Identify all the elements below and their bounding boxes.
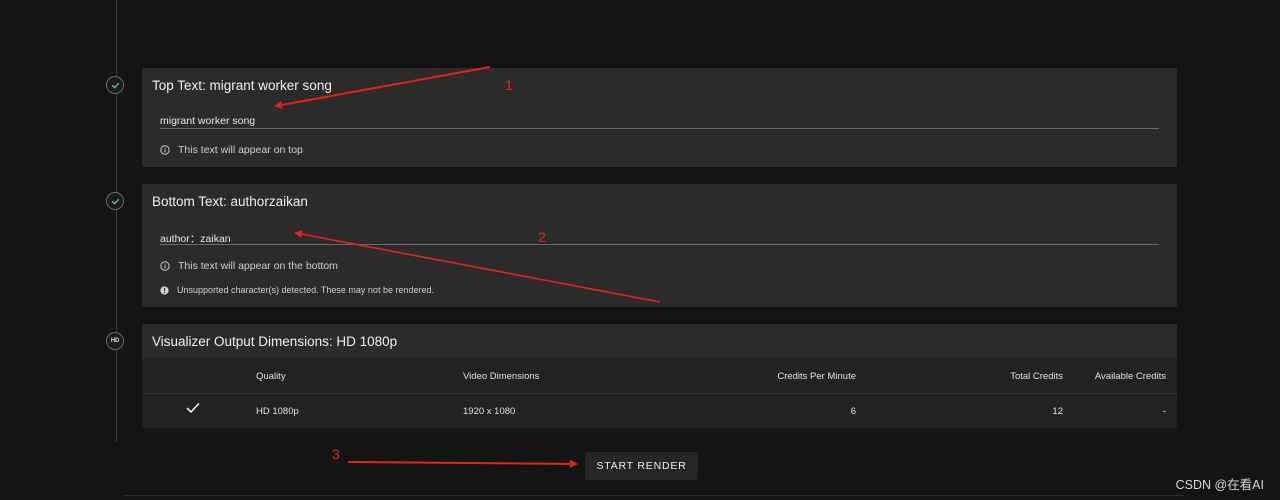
warning-icon [160, 285, 169, 295]
table-header-divider [142, 393, 1177, 394]
bottom-text-card: Bottom Text: authorzaikan author：zaikan … [142, 184, 1177, 307]
available-credits-cell: - [1162, 406, 1166, 417]
step-2-complete-icon [106, 192, 124, 210]
annotation-number-3: 3 [332, 446, 340, 462]
step-timeline [116, 0, 117, 442]
top-text-card: Top Text: migrant worker song migrant wo… [142, 68, 1177, 167]
column-header-quality: Quality [256, 371, 286, 382]
column-header-total-credits: Total Credits [1010, 371, 1063, 382]
unsupported-character-warning-text: Unsupported character(s) detected. These… [177, 285, 434, 295]
step-1-complete-icon [106, 76, 124, 94]
top-text-title: Top Text: migrant worker song [152, 78, 332, 93]
unsupported-character-warning: Unsupported character(s) detected. These… [160, 285, 434, 295]
bottom-text-hint-label: This text will appear on the bottom [178, 260, 338, 272]
info-icon [160, 261, 170, 271]
step-3-hd-icon: HD [106, 332, 124, 350]
total-credits-cell: 12 [1052, 406, 1063, 417]
selected-check-icon[interactable] [186, 402, 200, 417]
bottom-text-title: Bottom Text: authorzaikan [152, 194, 308, 209]
annotation-arrow-3 [347, 459, 578, 468]
top-text-hint: This text will appear on top [160, 144, 303, 156]
output-dimensions-card: Visualizer Output Dimensions: HD 1080p Q… [142, 324, 1177, 428]
top-text-hint-label: This text will appear on top [178, 144, 303, 156]
info-icon [160, 145, 170, 155]
quality-cell: HD 1080p [256, 406, 299, 417]
top-text-input-underline [160, 128, 1159, 129]
video-dimensions-cell: 1920 x 1080 [463, 406, 516, 417]
bottom-text-hint: This text will appear on the bottom [160, 260, 338, 272]
output-dimensions-title: Visualizer Output Dimensions: HD 1080p [152, 334, 398, 349]
dimensions-table: Quality Video Dimensions Credits Per Min… [142, 358, 1177, 428]
column-header-video-dimensions: Video Dimensions [463, 371, 540, 382]
hd-badge-label: HD [110, 338, 120, 344]
annotation-number-2: 2 [538, 229, 546, 245]
csdn-watermark: CSDN @在看AI [1175, 478, 1264, 492]
start-render-button[interactable]: START RENDER [585, 452, 698, 480]
top-text-input[interactable]: migrant worker song [160, 115, 255, 127]
credits-per-minute-cell: 6 [850, 406, 856, 417]
annotation-number-1: 1 [505, 77, 513, 93]
column-header-available-credits: Available Credits [1094, 371, 1166, 382]
column-header-credits-per-minute: Credits Per Minute [777, 371, 856, 382]
bottom-text-input-underline [160, 244, 1159, 245]
bottom-divider [124, 495, 1184, 496]
